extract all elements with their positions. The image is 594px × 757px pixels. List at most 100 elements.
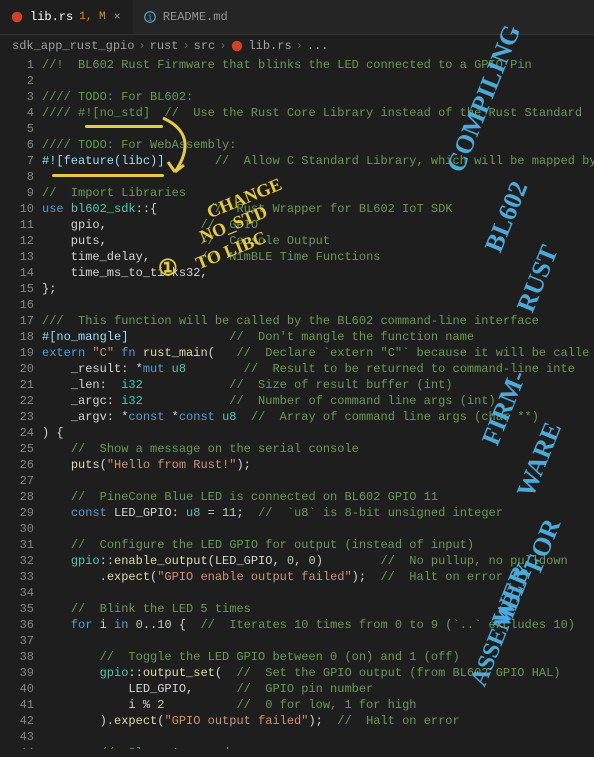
code-line[interactable]: extern "C" fn rust_main( // Declare `ext… bbox=[42, 345, 594, 361]
line-number: 33 bbox=[0, 569, 34, 585]
code-line[interactable]: //// #![no_std] // Use the Rust Core Lib… bbox=[42, 105, 594, 121]
code-line[interactable]: _len: i32 // Size of result buffer (int) bbox=[42, 377, 594, 393]
line-number: 35 bbox=[0, 601, 34, 617]
line-number: 29 bbox=[0, 505, 34, 521]
code-line[interactable]: for i in 0..10 { // Iterates 10 times fr… bbox=[42, 617, 594, 633]
breadcrumb: sdk_app_rust_gpio › rust › src › lib.rs … bbox=[0, 35, 594, 57]
code-line[interactable]: // Toggle the LED GPIO between 0 (on) an… bbox=[42, 649, 594, 665]
line-number: 43 bbox=[0, 729, 34, 745]
code-line[interactable]: // Configure the LED GPIO for output (in… bbox=[42, 537, 594, 553]
code-line[interactable]: _argv: *const *const u8 // Array of comm… bbox=[42, 409, 594, 425]
code-line[interactable]: use bl602_sdk::{ // Rust Wrapper for BL6… bbox=[42, 201, 594, 217]
code-line[interactable]: ) { bbox=[42, 425, 594, 441]
code-line[interactable]: puts, // Console Output bbox=[42, 233, 594, 249]
tab-label: README.md bbox=[163, 10, 228, 24]
line-number: 30 bbox=[0, 521, 34, 537]
code-line[interactable] bbox=[42, 121, 594, 137]
line-number: 9 bbox=[0, 185, 34, 201]
code-line[interactable]: const LED_GPIO: u8 = 11; // `u8` is 8-bi… bbox=[42, 505, 594, 521]
tab-label: lib.rs bbox=[30, 10, 73, 24]
line-number: 32 bbox=[0, 553, 34, 569]
code-line[interactable]: #[no_mangle] // Don't mangle the functio… bbox=[42, 329, 594, 345]
code-line[interactable]: gpio::enable_output(LED_GPIO, 0, 0) // N… bbox=[42, 553, 594, 569]
line-number: 1 bbox=[0, 57, 34, 73]
code-line[interactable]: //// TODO: For BL602: bbox=[42, 89, 594, 105]
code-line[interactable] bbox=[42, 729, 594, 745]
line-number: 26 bbox=[0, 457, 34, 473]
line-number: 5 bbox=[0, 121, 34, 137]
code-line[interactable]: // Import Libraries bbox=[42, 185, 594, 201]
line-number: 16 bbox=[0, 297, 34, 313]
code-line[interactable]: /// This function will be called by the … bbox=[42, 313, 594, 329]
code-line[interactable] bbox=[42, 297, 594, 313]
line-number: 4 bbox=[0, 105, 34, 121]
breadcrumb-part[interactable]: sdk_app_rust_gpio bbox=[12, 39, 134, 53]
line-number: 6 bbox=[0, 137, 34, 153]
code-line[interactable]: _argc: i32 // Number of command line arg… bbox=[42, 393, 594, 409]
code-line[interactable]: ).expect("GPIO output failed"); // Halt … bbox=[42, 713, 594, 729]
line-number: 21 bbox=[0, 377, 34, 393]
editor-tabs: lib.rs 1, M × i README.md bbox=[0, 0, 594, 35]
code-line[interactable]: // Show a message on the serial console bbox=[42, 441, 594, 457]
tab-status: 1, M bbox=[79, 11, 105, 23]
line-number: 34 bbox=[0, 585, 34, 601]
code-line[interactable] bbox=[42, 73, 594, 89]
code-line[interactable]: time_delay, // NimBLE Time Functions bbox=[42, 249, 594, 265]
line-number: 24 bbox=[0, 425, 34, 441]
chevron-right-icon: › bbox=[219, 39, 226, 53]
line-number: 18 bbox=[0, 329, 34, 345]
code-line[interactable] bbox=[42, 633, 594, 649]
close-icon[interactable]: × bbox=[112, 8, 123, 26]
breadcrumb-part[interactable]: rust bbox=[150, 39, 179, 53]
line-number: 22 bbox=[0, 393, 34, 409]
line-number: 27 bbox=[0, 473, 34, 489]
code-line[interactable]: _result: *mut u8 // Result to be returne… bbox=[42, 361, 594, 377]
code-line[interactable]: #![feature(libc)] // Allow C Standard Li… bbox=[42, 153, 594, 169]
code-line[interactable]: gpio::output_set( // Set the GPIO output… bbox=[42, 665, 594, 681]
line-number: 15 bbox=[0, 281, 34, 297]
code-line[interactable]: puts("Hello from Rust!"); bbox=[42, 457, 594, 473]
chevron-right-icon: › bbox=[296, 39, 303, 53]
breadcrumb-part[interactable]: lib.rs bbox=[248, 39, 291, 53]
chevron-right-icon: › bbox=[138, 39, 145, 53]
line-number: 31 bbox=[0, 537, 34, 553]
code-line[interactable]: }; bbox=[42, 281, 594, 297]
line-number: 13 bbox=[0, 249, 34, 265]
line-number: 8 bbox=[0, 169, 34, 185]
line-number: 17 bbox=[0, 313, 34, 329]
code-line[interactable]: //// TODO: For WebAssembly: bbox=[42, 137, 594, 153]
rust-icon bbox=[10, 10, 24, 24]
code-line[interactable]: // Blink the LED 5 times bbox=[42, 601, 594, 617]
code-line[interactable]: // Sleep 1 second bbox=[42, 745, 594, 749]
code-editor[interactable]: 1234567891011121314151617181920212223242… bbox=[0, 57, 594, 749]
line-number: 23 bbox=[0, 409, 34, 425]
tab-readme[interactable]: i README.md bbox=[133, 0, 238, 34]
info-icon: i bbox=[143, 10, 157, 24]
line-number: 41 bbox=[0, 697, 34, 713]
code-line[interactable]: LED_GPIO, // GPIO pin number bbox=[42, 681, 594, 697]
code-line[interactable] bbox=[42, 169, 594, 185]
code-line[interactable]: gpio, // GPIO bbox=[42, 217, 594, 233]
code-line[interactable]: i % 2 // 0 for low, 1 for high bbox=[42, 697, 594, 713]
code-line[interactable] bbox=[42, 473, 594, 489]
breadcrumb-part[interactable]: ... bbox=[307, 39, 329, 53]
code-line[interactable] bbox=[42, 521, 594, 537]
code-line[interactable]: time_ms_to_ticks32, bbox=[42, 265, 594, 281]
line-number: 44 bbox=[0, 745, 34, 749]
code-line[interactable]: //! BL602 Rust Firmware that blinks the … bbox=[42, 57, 594, 73]
code-line[interactable]: // PineCone Blue LED is connected on BL6… bbox=[42, 489, 594, 505]
line-number: 28 bbox=[0, 489, 34, 505]
code-line[interactable]: .expect("GPIO enable output failed"); //… bbox=[42, 569, 594, 585]
rust-icon bbox=[230, 39, 244, 53]
line-number: 42 bbox=[0, 713, 34, 729]
line-number: 36 bbox=[0, 617, 34, 633]
line-number: 19 bbox=[0, 345, 34, 361]
line-number: 20 bbox=[0, 361, 34, 377]
line-number: 3 bbox=[0, 89, 34, 105]
breadcrumb-part[interactable]: src bbox=[194, 39, 216, 53]
line-number: 7 bbox=[0, 153, 34, 169]
tab-lib-rs[interactable]: lib.rs 1, M × bbox=[0, 0, 133, 34]
code-line[interactable] bbox=[42, 585, 594, 601]
code-content[interactable]: //! BL602 Rust Firmware that blinks the … bbox=[42, 57, 594, 749]
line-number: 37 bbox=[0, 633, 34, 649]
